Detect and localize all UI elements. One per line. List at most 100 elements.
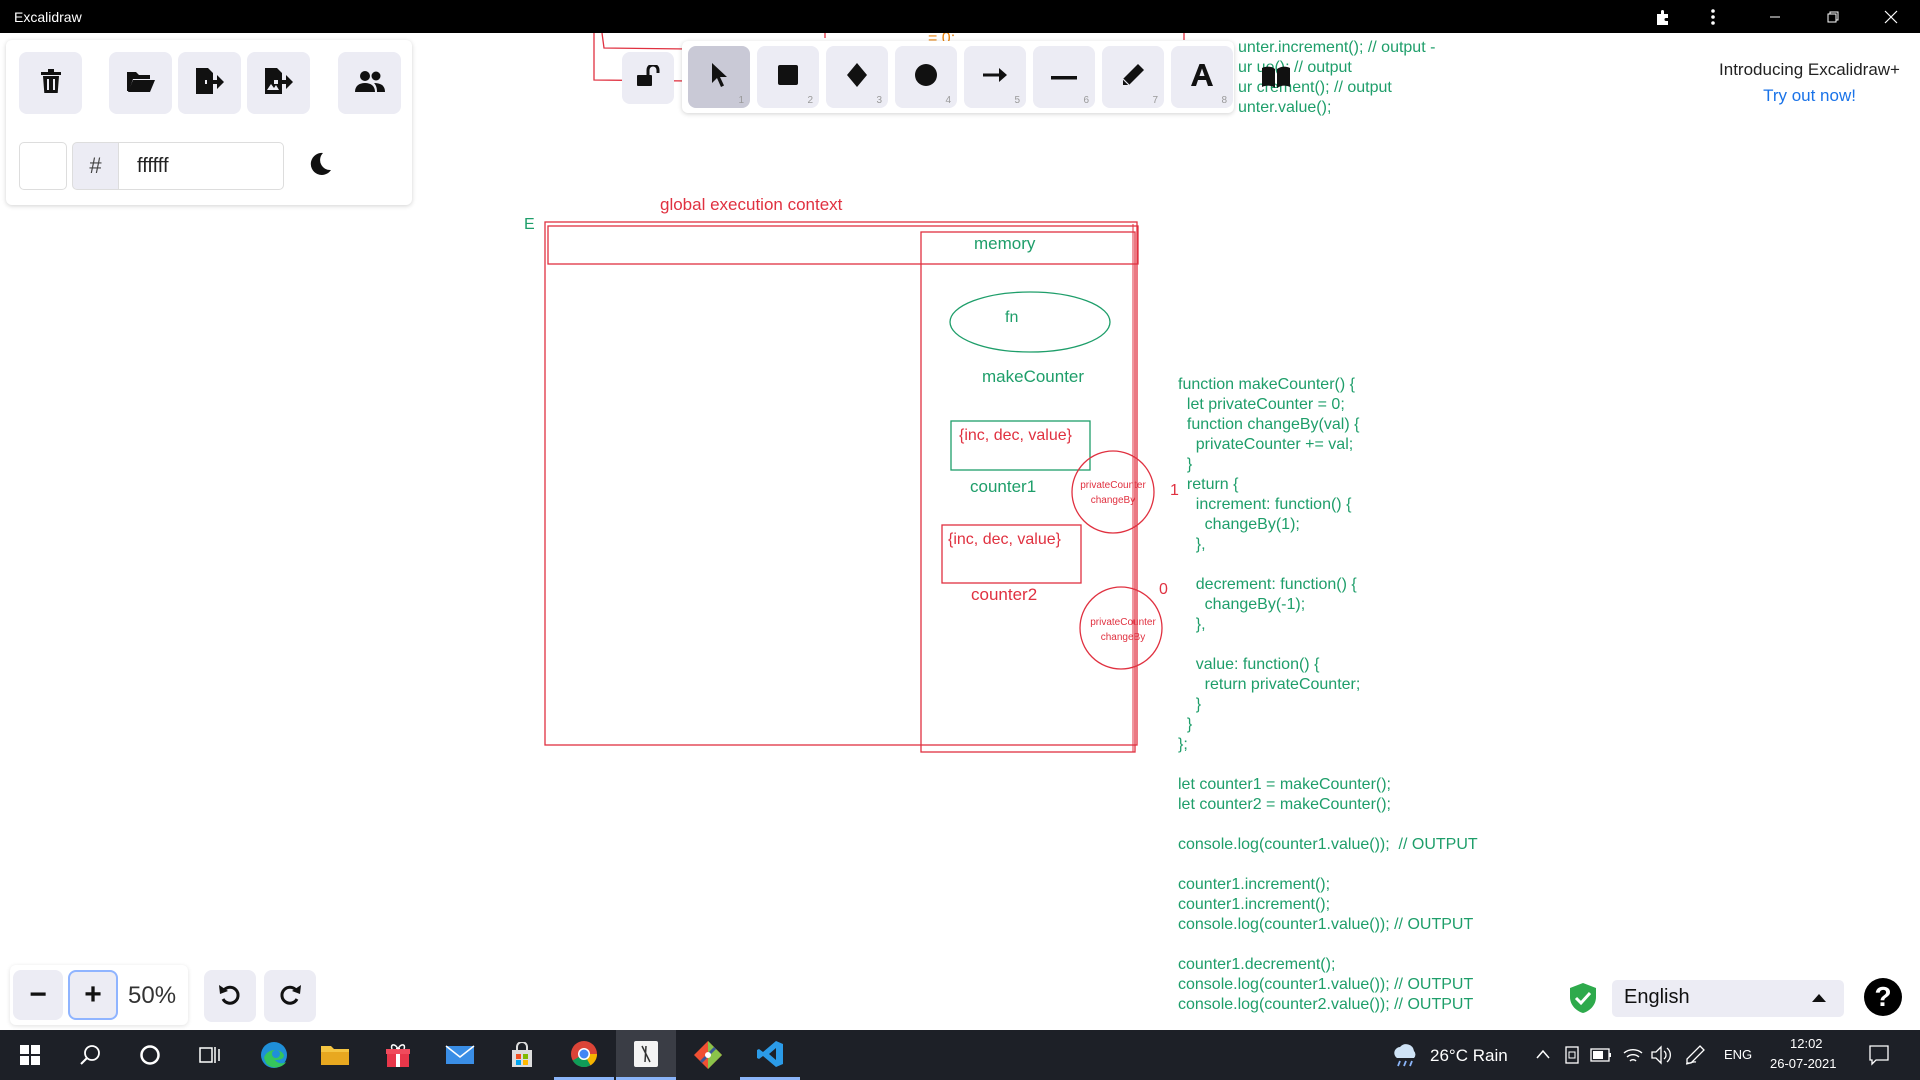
code-line: console.log(counter2.value()); // OUTPUT — [1178, 996, 1473, 1013]
tool-text[interactable]: 8 — [1171, 46, 1233, 108]
pen-icon[interactable] — [1684, 1044, 1706, 1071]
extension-icon[interactable] — [1640, 0, 1686, 33]
tool-rectangle[interactable]: 2 — [757, 46, 819, 108]
search-icon[interactable] — [60, 1030, 120, 1080]
code-line: let counter1 = makeCounter(); — [1178, 776, 1391, 793]
square-icon — [777, 64, 799, 91]
code-line: }; — [1178, 736, 1188, 753]
code-line: changeBy(-1); — [1178, 596, 1305, 613]
help-button[interactable]: ? — [1864, 978, 1902, 1016]
windows-start-icon[interactable] — [0, 1030, 60, 1080]
tool-selection[interactable]: 1 — [688, 46, 750, 108]
device-icon[interactable] — [1564, 1046, 1580, 1069]
mail-icon[interactable] — [430, 1030, 490, 1080]
notification-icon[interactable] — [1868, 1044, 1890, 1071]
live-collaboration-button[interactable] — [338, 52, 401, 114]
minimize-icon[interactable] — [1752, 0, 1798, 33]
main-menu-panel: # — [6, 40, 412, 205]
language-select-value: English — [1624, 986, 1690, 1008]
closure-2-line-2: changeBy — [1101, 632, 1145, 643]
tray-chevron-up-icon[interactable] — [1535, 1047, 1551, 1065]
git-icon[interactable] — [678, 1030, 738, 1080]
text-icon — [1190, 63, 1214, 92]
library-button[interactable] — [1245, 48, 1307, 110]
code-block: function makeCounter() { let privateCoun… — [1178, 376, 1478, 1013]
encryption-shield-icon[interactable] — [1568, 982, 1598, 1014]
export-image-button[interactable] — [247, 52, 310, 114]
open-file-button[interactable] — [109, 52, 172, 114]
weather-icon[interactable] — [1390, 1042, 1420, 1073]
weather-text[interactable]: 26°C Rain — [1430, 1046, 1508, 1066]
lock-tool-button[interactable] — [622, 52, 674, 104]
store-icon[interactable] — [492, 1030, 552, 1080]
promo-title: Introducing Excalidraw+ — [1719, 60, 1900, 79]
clock-time[interactable]: 12:02 — [1790, 1036, 1823, 1051]
folder-open-icon — [126, 70, 155, 97]
code-line: changeBy(1); — [1178, 516, 1300, 533]
code-line: value: function() { — [1178, 656, 1320, 673]
tool-shortcut: 1 — [738, 95, 744, 106]
tool-arrow[interactable]: 5 — [964, 46, 1026, 108]
tool-ellipse[interactable]: 4 — [895, 46, 957, 108]
vscode-icon[interactable] — [740, 1030, 800, 1080]
background-color-swatch[interactable] — [19, 142, 67, 190]
task-view-icon[interactable] — [180, 1030, 240, 1080]
code-line: }, — [1178, 616, 1206, 633]
memory-label: memory — [974, 234, 1036, 253]
input-language[interactable]: ENG — [1724, 1047, 1752, 1062]
battery-icon[interactable] — [1590, 1047, 1612, 1068]
redo-icon — [278, 982, 302, 1011]
caret-up-icon — [1812, 994, 1826, 1002]
code-line: function makeCounter() { — [1178, 376, 1356, 393]
code-line: }, — [1178, 536, 1206, 553]
close-icon[interactable] — [1868, 0, 1914, 33]
background-color-input[interactable] — [118, 142, 284, 190]
undo-button[interactable] — [204, 970, 256, 1022]
tool-draw[interactable]: 7 — [1102, 46, 1164, 108]
clear-canvas-button[interactable] — [19, 52, 82, 114]
code-line: } — [1178, 716, 1193, 733]
window-title: Excalidraw — [14, 9, 82, 25]
export-icon — [195, 67, 224, 99]
cortana-icon[interactable] — [120, 1030, 180, 1080]
diamond-icon — [846, 62, 868, 93]
tool-diamond[interactable]: 3 — [826, 46, 888, 108]
restore-icon[interactable] — [1810, 0, 1856, 33]
tool-shortcut: 7 — [1152, 95, 1158, 106]
code-line: increment: function() { — [1178, 496, 1352, 513]
closure-circle-1 — [1071, 450, 1155, 534]
excalidraw-app-icon[interactable] — [616, 1030, 676, 1080]
tool-line[interactable]: 6 — [1033, 46, 1095, 108]
volume-icon[interactable] — [1650, 1045, 1672, 1070]
gift-icon[interactable] — [368, 1030, 428, 1080]
code-line: let counter2 = makeCounter(); — [1178, 796, 1391, 813]
code-line: console.log(counter1.value()); // OUTPUT — [1178, 976, 1473, 993]
gec-label: global execution context — [660, 195, 843, 214]
language-select[interactable]: English — [1612, 980, 1844, 1017]
chrome-icon[interactable] — [554, 1030, 614, 1080]
code-line: return { — [1178, 476, 1239, 493]
more-icon[interactable] — [1690, 0, 1736, 33]
fn-label: fn — [1005, 309, 1018, 326]
wifi-icon[interactable] — [1622, 1045, 1644, 1070]
excalidraw-plus-promo: Introducing Excalidraw+ Try out now! — [1719, 60, 1900, 106]
code-line: return privateCounter; — [1178, 676, 1360, 693]
counter1-label: counter1 — [970, 477, 1036, 496]
promo-link[interactable]: Try out now! — [1719, 86, 1900, 106]
e-label: E — [524, 216, 535, 233]
zoom-level[interactable]: 50% — [128, 982, 176, 1010]
file-explorer-icon[interactable] — [305, 1030, 365, 1080]
clock-date[interactable]: 26-07-2021 — [1770, 1056, 1837, 1071]
redo-button[interactable] — [264, 970, 316, 1022]
save-file-button[interactable] — [178, 52, 241, 114]
collaborate-icon — [354, 70, 385, 97]
zoom-out-button[interactable]: − — [13, 970, 63, 1020]
edge-icon[interactable] — [244, 1030, 304, 1080]
closure-1-line-1: privateCounter — [1080, 480, 1146, 491]
closure-2-line-1: privateCounter — [1090, 617, 1156, 628]
theme-toggle-button[interactable] — [302, 148, 338, 184]
tool-shortcut: 2 — [807, 95, 813, 106]
tool-shortcut: 4 — [945, 95, 951, 106]
library-icon — [1261, 65, 1291, 94]
zoom-in-button[interactable]: + — [68, 970, 118, 1020]
